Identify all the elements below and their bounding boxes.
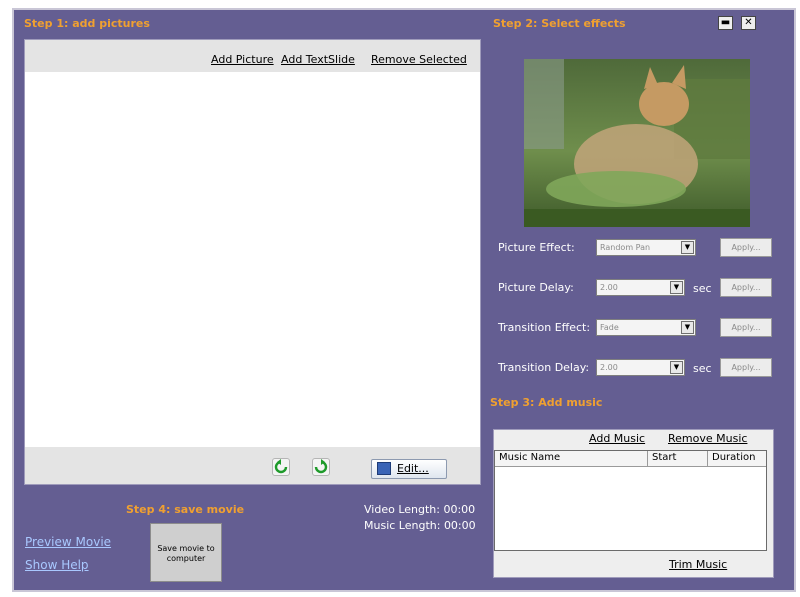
transition-effect-label: Transition Effect: [498, 321, 591, 334]
preview-movie-link[interactable]: Preview Movie [25, 535, 111, 549]
rotate-left-icon [274, 459, 288, 474]
start-column-header[interactable]: Start [648, 451, 708, 467]
step4-title: Step 4: save movie [126, 503, 245, 516]
show-help-link[interactable]: Show Help [25, 558, 89, 572]
remove-selected-link[interactable]: Remove Selected [371, 53, 467, 66]
music-name-column-header[interactable]: Music Name [495, 451, 648, 467]
transition-delay-unit: sec [693, 362, 712, 375]
add-textslide-link[interactable]: Add TextSlide [281, 53, 355, 66]
transition-delay-value: 2.00 [600, 363, 618, 372]
transition-effect-select[interactable]: Fade ▼ [596, 319, 696, 336]
rotate-left-button[interactable] [272, 458, 290, 476]
save-movie-button[interactable]: Save movie to computer [150, 523, 222, 582]
picture-effect-value: Random Pan [600, 243, 651, 252]
transition-delay-apply-button[interactable]: Apply... [720, 358, 772, 377]
pictures-bottom-bar: Edit... [25, 448, 480, 484]
picture-delay-select[interactable]: 2.00 ▼ [596, 279, 685, 296]
trim-music-link[interactable]: Trim Music [669, 558, 727, 571]
transition-effect-value: Fade [600, 323, 619, 332]
picture-delay-label: Picture Delay: [498, 281, 574, 294]
picture-delay-apply-button[interactable]: Apply... [720, 278, 772, 297]
transition-delay-select[interactable]: 2.00 ▼ [596, 359, 685, 376]
effect-preview [524, 59, 750, 227]
video-length: Video Length: 00:00 [364, 503, 476, 516]
close-button[interactable]: ✕ [741, 16, 756, 30]
step2-title: Step 2: Select effects [493, 17, 626, 30]
minimize-button[interactable]: ▬ [718, 16, 733, 30]
chevron-down-icon: ▼ [670, 361, 683, 374]
pictures-list[interactable] [25, 72, 480, 447]
edit-icon [377, 462, 391, 475]
picture-effect-label: Picture Effect: [498, 241, 575, 254]
step1-title: Step 1: add pictures [24, 17, 150, 30]
duration-column-header[interactable]: Duration [708, 451, 766, 467]
transition-delay-label: Transition Delay: [498, 361, 590, 374]
main-window: Step 1: add pictures Add Picture Add Tex… [12, 8, 796, 592]
chevron-down-icon: ▼ [670, 281, 683, 294]
music-length: Music Length: 00:00 [364, 519, 476, 532]
kitten-preview-image [524, 59, 750, 227]
step3-title: Step 3: Add music [490, 396, 603, 409]
music-panel: Add Music Remove Music Music Name Start … [493, 429, 774, 578]
edit-button-label: Edit... [397, 462, 429, 475]
close-icon: ✕ [744, 17, 753, 28]
picture-delay-unit: sec [693, 282, 712, 295]
picture-delay-value: 2.00 [600, 283, 618, 292]
rotate-right-icon [314, 459, 328, 474]
pictures-toolbar: Add Picture Add TextSlide Remove Selecte… [25, 40, 480, 71]
transition-effect-apply-button[interactable]: Apply... [720, 318, 772, 337]
rotate-right-button[interactable] [312, 458, 330, 476]
chevron-down-icon: ▼ [681, 321, 694, 334]
picture-effect-select[interactable]: Random Pan ▼ [596, 239, 696, 256]
add-music-link[interactable]: Add Music [589, 432, 645, 445]
chevron-down-icon: ▼ [681, 241, 694, 254]
add-picture-link[interactable]: Add Picture [211, 53, 274, 66]
pictures-panel: Add Picture Add TextSlide Remove Selecte… [24, 39, 481, 485]
remove-music-link[interactable]: Remove Music [668, 432, 747, 445]
edit-button[interactable]: Edit... [371, 459, 447, 479]
minimize-icon: ▬ [720, 17, 731, 28]
music-list[interactable]: Music Name Start Duration [494, 450, 767, 551]
picture-effect-apply-button[interactable]: Apply... [720, 238, 772, 257]
